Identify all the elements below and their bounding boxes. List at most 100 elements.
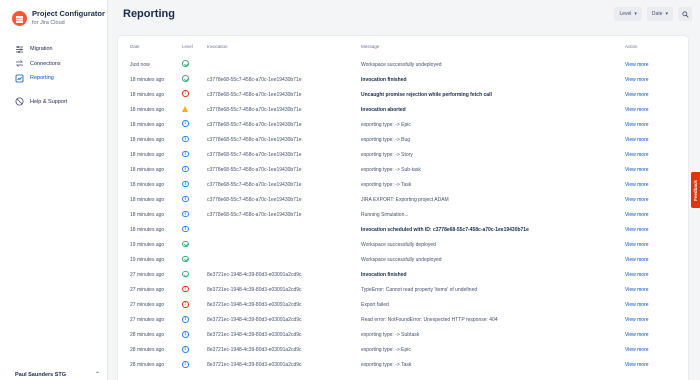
row-date: 18 minutes ago: [130, 227, 165, 234]
sidebar-item-connections[interactable]: Connections: [0, 57, 107, 72]
column-header-level[interactable]: Level: [182, 36, 207, 57]
row-message: Workspace successfully deployed: [361, 242, 436, 249]
row-date: 18 minutes ago: [130, 91, 165, 98]
row-action: View more: [625, 207, 688, 222]
success-icon: [182, 75, 189, 82]
row-invocation: [207, 253, 361, 268]
table-row: 19 minutes ago Workspace successfully dep…: [118, 238, 688, 253]
view-more-link[interactable]: View more: [625, 257, 649, 263]
filters: Level ▾ Date ▾: [614, 7, 692, 21]
table-row: 18 minutes ago c3778e68-55c7-458c-a70c-1e…: [118, 162, 688, 177]
row-invocation: [207, 223, 361, 238]
table-row: 18 minutes ago Invocation scheduled with …: [118, 223, 688, 238]
user-name: Paul Saunders STG: [15, 371, 67, 378]
row-action: View more: [625, 313, 688, 328]
row-date: 18 minutes ago: [130, 151, 165, 158]
row-date: 27 minutes ago: [130, 272, 165, 279]
row-level: [182, 132, 207, 147]
row-action: View more: [625, 343, 688, 358]
sidebar-item-migration[interactable]: Migration: [0, 42, 107, 57]
row-date: 18 minutes ago: [130, 181, 165, 188]
connections-icon: [15, 59, 24, 68]
view-more-link[interactable]: View more: [625, 227, 649, 233]
row-action: View more: [625, 268, 688, 283]
view-more-link[interactable]: View more: [625, 92, 649, 98]
view-more-link[interactable]: View more: [625, 167, 649, 173]
view-more-link[interactable]: View more: [625, 212, 649, 218]
row-message: Read error: NotFoundError: Unexpected HT…: [361, 317, 498, 324]
row-date: 27 minutes ago: [130, 317, 165, 324]
sliders-icon: [15, 45, 24, 54]
row-message: Running Simulation...: [361, 211, 409, 218]
row-date: 28 minutes ago: [130, 362, 165, 369]
row-action: View more: [625, 162, 688, 177]
view-more-link[interactable]: View more: [625, 272, 649, 278]
row-message: JIRA EXPORT: Exporting project ADAM: [361, 196, 449, 203]
row-level: [182, 343, 207, 358]
row-invocation: 8e3721ec-1948-4c39-80d3-e03091a2cd9c: [207, 332, 302, 339]
column-header-message[interactable]: Message: [361, 36, 625, 57]
view-more-link[interactable]: View more: [625, 197, 649, 203]
row-invocation: [207, 57, 361, 72]
row-date: 19 minutes ago: [130, 257, 165, 264]
sidebar: Project Configurator for Jira Cloud Migr…: [0, 0, 108, 380]
row-date: 18 minutes ago: [130, 196, 165, 203]
info-icon: [182, 361, 189, 368]
view-more-link[interactable]: View more: [625, 77, 649, 83]
table-row: 18 minutes ago c3778e68-55c7-458c-a70c-1e…: [118, 192, 688, 207]
view-more-link[interactable]: View more: [625, 347, 649, 353]
view-more-link[interactable]: View more: [625, 317, 649, 323]
view-more-link[interactable]: View more: [625, 107, 649, 113]
date-filter[interactable]: Date ▾: [646, 7, 673, 21]
warning-icon: [182, 105, 188, 112]
column-header-date[interactable]: Date: [118, 36, 182, 57]
sidebar-item-label: Migration: [30, 46, 53, 53]
search-button[interactable]: [678, 7, 692, 21]
row-date: 27 minutes ago: [130, 287, 165, 294]
table-row: 18 minutes ago c3778e68-55c7-458c-a70c-1e…: [118, 207, 688, 222]
success-icon: [182, 255, 189, 263]
row-action: View more: [625, 328, 688, 343]
row-date: 18 minutes ago: [130, 166, 165, 173]
view-more-link[interactable]: View more: [625, 62, 649, 68]
row-date: 18 minutes ago: [130, 211, 165, 218]
error-icon: [182, 285, 189, 293]
row-level: [182, 147, 207, 162]
table-row: 27 minutes ago 8e3721ec-1948-4c39-80d3-e0…: [118, 298, 688, 313]
view-more-link[interactable]: View more: [625, 137, 649, 143]
view-more-link[interactable]: View more: [625, 302, 649, 308]
sidebar-item-help[interactable]: Help & Support: [0, 95, 107, 110]
level-filter[interactable]: Level ▾: [614, 7, 642, 21]
row-message: exporting type: -> Sub-task: [361, 166, 421, 173]
row-level: [182, 313, 207, 328]
feedback-button[interactable]: Feedback: [691, 172, 700, 208]
view-more-link[interactable]: View more: [625, 332, 649, 338]
row-level: [182, 87, 207, 102]
row-action: View more: [625, 192, 688, 207]
row-invocation: 8e3721ec-1948-4c39-80d3-e03091a2cd9c: [207, 287, 302, 294]
row-date: 27 minutes ago: [130, 302, 165, 309]
row-invocation: 8e3721ec-1948-4c39-80d3-e03091a2cd9c: [207, 362, 302, 369]
user-menu[interactable]: Paul Saunders STG ⌃: [15, 371, 100, 379]
row-action: View more: [625, 102, 688, 117]
column-header-invocation[interactable]: Invocation: [207, 36, 361, 57]
row-action: View more: [625, 298, 688, 313]
report-table-card: Date Level Invocation Message Action Jus…: [118, 36, 688, 380]
info-icon: [182, 331, 189, 338]
sidebar-item-reporting[interactable]: Reporting: [0, 71, 107, 86]
row-date: Just now: [130, 61, 150, 68]
table-row: 19 minutes ago Workspace successfully und…: [118, 253, 688, 268]
table-row: Just now Workspace successfully undeploye…: [118, 57, 688, 72]
view-more-link[interactable]: View more: [625, 122, 649, 128]
view-more-link[interactable]: View more: [625, 362, 649, 368]
sidebar-item-label: Reporting: [30, 75, 54, 82]
info-icon: [182, 346, 189, 353]
row-action: View more: [625, 117, 688, 132]
app-subtitle: for Jira Cloud: [32, 20, 65, 26]
row-message: Workspace successfully undeployed: [361, 61, 442, 68]
view-more-link[interactable]: View more: [625, 287, 649, 293]
view-more-link[interactable]: View more: [625, 152, 649, 158]
row-date: 18 minutes ago: [130, 76, 165, 83]
view-more-link[interactable]: View more: [625, 242, 649, 248]
view-more-link[interactable]: View more: [625, 182, 649, 188]
